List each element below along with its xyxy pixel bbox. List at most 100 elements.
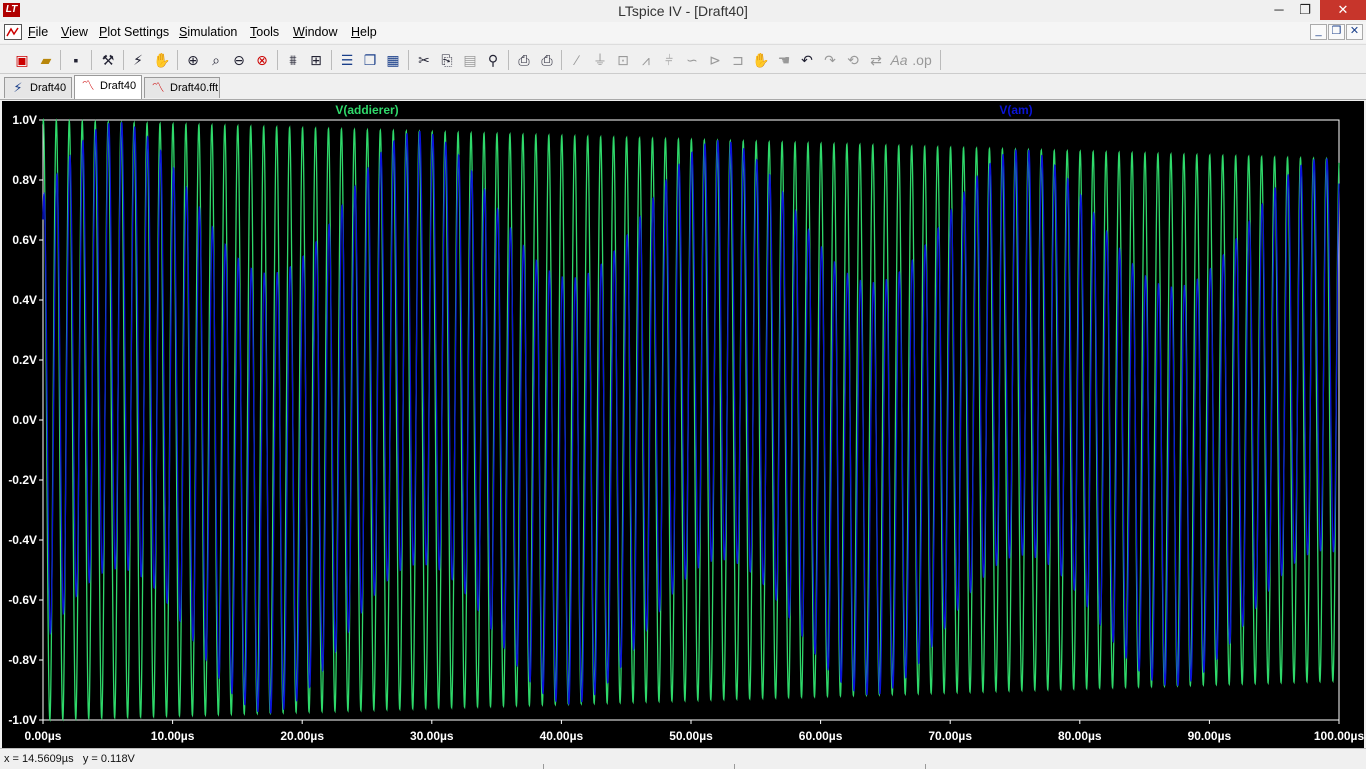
x-tick-label: 10.00µs [151, 729, 195, 743]
y-tick-label: 0.2V [12, 353, 37, 367]
menu-view[interactable]: View [61, 25, 88, 39]
tab-waveform-draft40-fft[interactable]: 〽 Draft40.fft [144, 77, 220, 98]
save-icon[interactable]: ▪ [66, 50, 86, 70]
x-tick-label: 60.00µs [799, 729, 843, 743]
control-panel-icon[interactable]: ⚒ [98, 50, 118, 70]
run-icon[interactable]: ⚡ [128, 50, 148, 70]
x-tick-label: 90.00µs [1188, 729, 1232, 743]
redo-icon[interactable]: ↷ [820, 50, 840, 70]
menu-help[interactable]: Help [351, 25, 377, 39]
capacitor-icon[interactable]: ⫩ [659, 50, 679, 70]
window-title: LTspice IV - [Draft40] [618, 3, 748, 19]
label-icon[interactable]: ⊡ [613, 50, 633, 70]
toolbar-separator [331, 50, 332, 70]
inductor-icon[interactable]: ∽ [682, 50, 702, 70]
y-tick-label: -0.8V [8, 653, 37, 667]
tab-waveform-draft40[interactable]: 〽 Draft40 [74, 75, 142, 99]
print-preview-icon[interactable]: ⎙ [514, 50, 534, 70]
x-tick-label: 70.00µs [928, 729, 972, 743]
grid-icon[interactable]: ⊞ [306, 50, 326, 70]
resistor-icon[interactable]: ⩘ [636, 50, 656, 70]
x-tick-label: 40.00µs [540, 729, 584, 743]
toolbar: ▣ ▰ ▪ ⚒ ⚡ ✋ ⊕ ⌕ ⊖ ⊗ ⩩ ⊞ ☰ ❐ ▦ ✂ ⎘ ▤ ⚲ ⎙ … [0, 44, 1366, 74]
tab-label: Draft40.fft [170, 82, 219, 94]
print-icon[interactable]: ⎙ [537, 50, 557, 70]
open-icon[interactable]: ▰ [36, 50, 56, 70]
menu-tools[interactable]: Tools [250, 25, 279, 39]
zoom-rect-icon[interactable]: ⌕ [206, 50, 226, 70]
zoom-full-icon[interactable]: ⊗ [252, 50, 272, 70]
toolbar-separator [91, 50, 92, 70]
waveform-plot[interactable]: 1.0V 0.8V 0.6V 0.4V 0.2V 0.0V -0.2V -0.4V -0.6V -… [2, 101, 1364, 748]
x-tick-label: 80.00µs [1058, 729, 1102, 743]
mdi-restore-button[interactable]: ❐ [1328, 24, 1345, 40]
tab-schematic-draft40[interactable]: ⚡ Draft40 [4, 77, 72, 98]
zoom-out-icon[interactable]: ⊖ [229, 50, 249, 70]
menu-simulation[interactable]: Simulation [179, 25, 237, 39]
status-divider [543, 764, 544, 769]
y-tick-label: 0.8V [12, 173, 37, 187]
autorange-icon[interactable]: ⩩ [283, 50, 303, 70]
toolbar-separator [277, 50, 278, 70]
mdi-minimize-button[interactable]: _ [1310, 24, 1327, 40]
diode-icon[interactable]: ⊳ [705, 50, 725, 70]
copy-icon[interactable]: ⎘ [437, 50, 457, 70]
waveform-viewer[interactable]: 1.0V 0.8V 0.6V 0.4V 0.2V 0.0V -0.2V -0.4V -0.6V -… [2, 101, 1364, 748]
y-tick-label: 0.6V [12, 233, 37, 247]
title-bar: LT LTspice IV - [Draft40] ─ ❐ ✕ [0, 0, 1366, 22]
status-divider [734, 764, 735, 769]
undo-icon[interactable]: ↶ [797, 50, 817, 70]
y-tick-label: -0.2V [8, 473, 37, 487]
toolbar-separator [123, 50, 124, 70]
cursor-x: x = 14.5609µs [4, 753, 74, 765]
x-tick-label: 30.00µs [410, 729, 454, 743]
cascade-icon[interactable]: ❐ [360, 50, 380, 70]
mirror-icon[interactable]: ⇄ [866, 50, 886, 70]
trace-label: V(am) [999, 103, 1032, 117]
cursor-y: y = 0.118V [82, 753, 135, 765]
x-tick-label: 0.00µs [25, 729, 62, 743]
minimize-button[interactable]: ─ [1266, 0, 1292, 20]
menu-window[interactable]: Window [293, 25, 337, 39]
status-bar: x = 14.5609µs y = 0.118V [0, 748, 1366, 769]
y-tick-label: -0.6V [8, 593, 37, 607]
x-tick-label: 20.00µs [280, 729, 324, 743]
tab-label: Draft40 [30, 82, 67, 94]
toolbar-separator [508, 50, 509, 70]
y-tick-label: 1.0V [12, 113, 37, 127]
maximize-button[interactable]: ❐ [1292, 0, 1318, 20]
halt-icon[interactable]: ✋ [152, 50, 172, 70]
menu-plot-settings[interactable]: Plot Settings [99, 25, 169, 39]
y-tick-label: -1.0V [8, 713, 37, 727]
mdi-close-button[interactable]: ✕ [1346, 24, 1363, 40]
spice-directive-icon[interactable]: .op [912, 50, 932, 70]
component-icon[interactable]: ⊐ [728, 50, 748, 70]
ground-icon[interactable]: ⏚ [590, 50, 610, 70]
wire-icon[interactable]: ∕ [567, 50, 587, 70]
document-tab-bar: ⚡ Draft40 〽 Draft40 〽 Draft40.fft [0, 75, 1366, 100]
cursor-readout: x = 14.5609µs y = 0.118V [4, 753, 135, 765]
text-icon[interactable]: Aa [889, 50, 909, 70]
toolbar-separator [60, 50, 61, 70]
y-tick-label: -0.4V [8, 533, 37, 547]
close-button[interactable]: ✕ [1320, 0, 1366, 20]
paste-icon[interactable]: ▤ [460, 50, 480, 70]
drag-icon[interactable]: ☚ [774, 50, 794, 70]
y-tick-label: 0.0V [12, 413, 37, 427]
new-schematic-icon[interactable]: ▣ [12, 50, 32, 70]
tile-icon[interactable]: ▦ [383, 50, 403, 70]
tile-horizontal-icon[interactable]: ☰ [337, 50, 357, 70]
move-icon[interactable]: ✋ [751, 50, 771, 70]
trace-v-am [42, 122, 1340, 714]
waveform-icon: 〽 [81, 78, 95, 93]
find-icon[interactable]: ⚲ [483, 50, 503, 70]
zoom-in-icon[interactable]: ⊕ [183, 50, 203, 70]
cut-icon[interactable]: ✂ [414, 50, 434, 70]
menu-file[interactable]: File [28, 25, 48, 39]
document-system-menu-icon[interactable] [4, 24, 22, 40]
toolbar-separator [408, 50, 409, 70]
toolbar-separator [177, 50, 178, 70]
rotate-icon[interactable]: ⟲ [843, 50, 863, 70]
menu-bar: File View Plot Settings Simulation Tools… [0, 22, 1366, 43]
trace-label: V(addierer) [335, 103, 398, 117]
